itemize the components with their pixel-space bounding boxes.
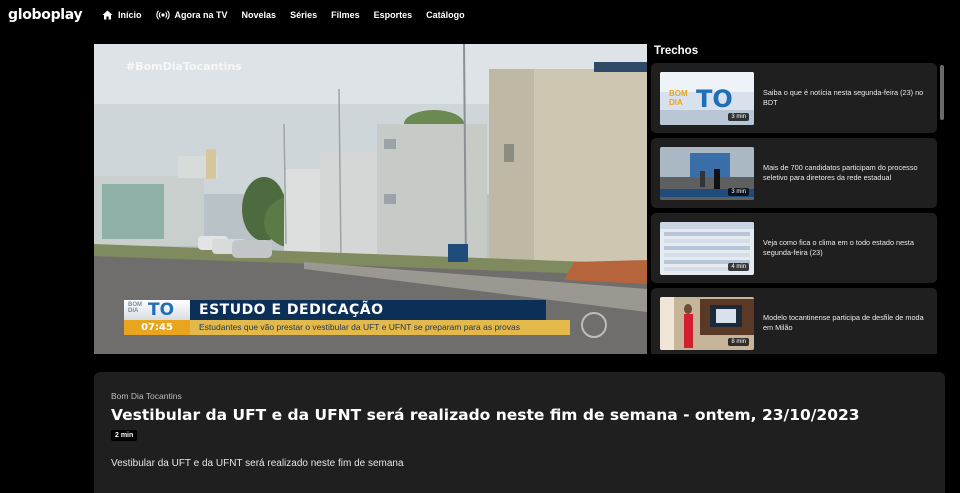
nav-item-esportes[interactable]: Esportes [374, 10, 413, 20]
main-nav: Início Agora na TV Novelas Séries Filmes… [102, 10, 465, 20]
trecho-thumbnail: BOM DIA TO 3 min [660, 72, 754, 125]
nav-item-novelas[interactable]: Novelas [242, 10, 277, 20]
globo-watermark-icon [581, 312, 607, 338]
globoplay-logo[interactable]: globoplay [8, 7, 83, 23]
trecho-card[interactable]: BOM DIA TO 3 min Saiba o que é notícia n… [651, 63, 937, 133]
trecho-duration: 3 min [728, 188, 749, 196]
trecho-card[interactable]: 3 min Mais de 700 candidatos participam … [651, 138, 937, 208]
video-title: Vestibular da UFT e da UFNT será realiza… [111, 406, 860, 424]
trecho-card[interactable]: 8 min Modelo tocantinense participa de d… [651, 288, 937, 354]
svg-text:BOM: BOM [669, 89, 688, 98]
program-name[interactable]: Bom Dia Tocantins [111, 391, 182, 401]
trecho-duration: 4 min [728, 263, 749, 271]
nav-item-agora-na-tv[interactable]: Agora na TV [155, 10, 228, 20]
broadcast-time: 07:45 [124, 320, 190, 335]
nav-label: Catálogo [426, 10, 465, 20]
trechos-heading: Trechos [654, 45, 699, 57]
nav-item-filmes[interactable]: Filmes [331, 10, 360, 20]
logo-to: TO [148, 300, 175, 320]
trecho-title: Modelo tocantinense participa de desfile… [763, 313, 924, 332]
duration-badge: 2 min [111, 430, 138, 441]
news-lower-third: BOM DIA TO 07:45 ESTUDO E DEDICAÇÃO Estud… [124, 300, 570, 336]
nav-label: Início [118, 10, 142, 20]
broadcast-icon [155, 10, 170, 20]
svg-text:TO: TO [696, 85, 733, 113]
nav-label: Esportes [373, 10, 413, 20]
nav-label: Filmes [331, 10, 360, 20]
nav-label: Séries [290, 10, 318, 20]
svg-text:DIA: DIA [669, 98, 683, 107]
program-hashtag: #BomDiaTocantins [126, 60, 242, 73]
trecho-thumbnail: 3 min [660, 147, 754, 200]
trechos-list[interactable]: BOM DIA TO 3 min Saiba o que é notícia n… [651, 63, 938, 354]
trecho-duration: 8 min [728, 338, 749, 346]
trechos-scrollbar[interactable] [940, 65, 944, 120]
nav-item-inicio[interactable]: Início [102, 10, 142, 20]
top-navigation-bar: globoplay Início Agora na TV Novelas Sér… [0, 0, 960, 34]
home-icon [102, 10, 113, 20]
video-player[interactable]: #BomDiaTocantins BOM DIA TO 07:45 ESTUDO … [94, 44, 647, 354]
trecho-title: Mais de 700 candidatos participam do pro… [763, 163, 918, 182]
lower-third-subline: Estudantes que vão prestar o vestibular … [190, 320, 570, 335]
nav-item-catalogo[interactable]: Catálogo [426, 10, 465, 20]
nav-label: Novelas [241, 10, 277, 20]
nav-item-series[interactable]: Séries [290, 10, 317, 20]
trecho-card[interactable]: 4 min Veja como fica o clima em o todo e… [651, 213, 937, 283]
lower-third-headline: ESTUDO E DEDICAÇÃO [190, 300, 546, 320]
bom-dia-to-logo: BOM DIA TO [124, 300, 190, 320]
video-description: Vestibular da UFT e da UFNT será realiza… [111, 458, 404, 469]
trecho-thumbnail: 8 min [660, 297, 754, 350]
logo-dia: DIA [128, 308, 139, 314]
video-info-panel: Bom Dia Tocantins Vestibular da UFT e da… [94, 372, 945, 493]
trecho-thumbnail: 4 min [660, 222, 754, 275]
trecho-duration: 3 min [728, 113, 749, 121]
nav-label: Agora na TV [174, 10, 228, 20]
trecho-title: Veja como fica o clima em o todo estado … [763, 238, 914, 257]
trecho-title: Saiba o que é notícia nesta segunda-feir… [763, 88, 924, 107]
